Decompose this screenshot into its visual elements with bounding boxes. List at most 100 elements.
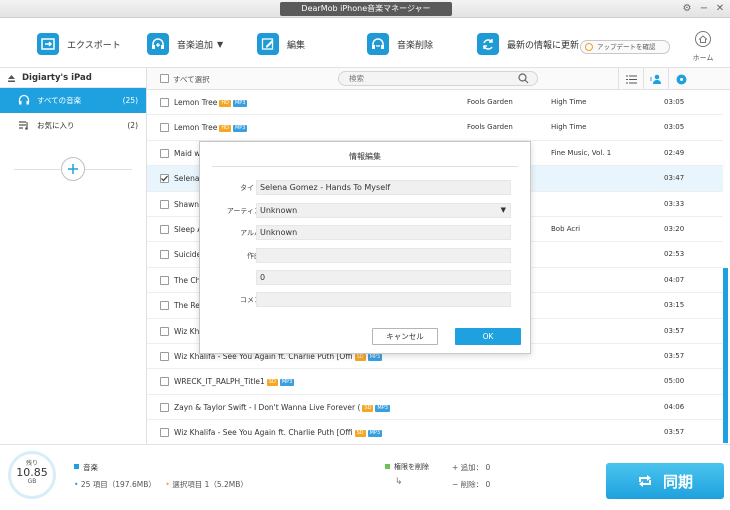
- table-row[interactable]: Lemon Tree HD MP3 Fools Garden High Time 03:0…: [147, 90, 723, 116]
- dialog-title: 情報編集: [349, 152, 381, 161]
- sync-button[interactable]: 同期: [606, 463, 724, 499]
- gauge-value: 10.85: [16, 466, 48, 479]
- add-music-label: 音楽追加: [177, 40, 214, 51]
- table-row[interactable]: WRECK_IT_RALPH_Title1 SD MP3 05:00: [147, 369, 723, 395]
- remove-rights-label[interactable]: 権限を削除: [385, 462, 429, 472]
- title-bar: DearMob iPhone音楽マネージャー ⚙ − ✕: [0, 0, 730, 18]
- table-row[interactable]: Lemon Tree HD MP3 Fools Garden High Time 03:0…: [147, 115, 723, 141]
- list-view-button[interactable]: [618, 68, 643, 90]
- song-title: Maid w: [174, 149, 200, 158]
- row-checkbox[interactable]: [160, 250, 169, 260]
- row-checkbox[interactable]: [160, 351, 169, 361]
- song-title: The Ch: [174, 276, 200, 285]
- song-title: Suicide: [174, 250, 201, 259]
- export-button[interactable]: エクスポート: [37, 32, 121, 56]
- cancel-button[interactable]: キャンセル: [372, 328, 438, 345]
- artist-view-icon: [650, 74, 661, 84]
- close-icon[interactable]: ✕: [713, 2, 727, 16]
- format-badge: MP3: [367, 430, 383, 438]
- song-title: WRECK_IT_RALPH_Title1 SD MP3: [174, 377, 295, 387]
- song-title: Lemon Tree HD MP3: [174, 123, 248, 133]
- album-input[interactable]: Unknown: [256, 225, 511, 240]
- edit-label: 編集: [287, 40, 306, 51]
- sidebar-item-favorites[interactable]: お気に入り (2): [0, 113, 146, 138]
- sidebar-item-all-music[interactable]: すべての音楽 (25): [0, 88, 146, 113]
- song-title-text: Lemon Tree: [174, 123, 218, 133]
- song-album: High Time: [551, 123, 587, 132]
- minimize-icon[interactable]: −: [697, 2, 711, 16]
- row-checkbox[interactable]: [160, 326, 169, 336]
- eject-icon[interactable]: [7, 74, 16, 83]
- plus-icon: [68, 164, 78, 174]
- scrollbar[interactable]: [723, 268, 728, 443]
- format-badge: MP3: [375, 404, 390, 412]
- row-checkbox[interactable]: [160, 301, 169, 311]
- song-title-text: Wiz Khalifa - See You Again ft. Charlie …: [174, 428, 353, 438]
- row-checkbox[interactable]: [160, 98, 169, 107]
- row-checkbox[interactable]: [160, 275, 169, 285]
- song-title-text: Suicide: [174, 250, 202, 260]
- sync-icon: [638, 475, 651, 487]
- add-music-button[interactable]: 音楽追加 ▼: [147, 32, 223, 56]
- bullet-icon: •: [165, 480, 170, 489]
- song-duration: 02:49: [664, 148, 685, 157]
- title-input[interactable]: Selena Gomez - Hands To Myself: [256, 180, 511, 195]
- home-button[interactable]: ホーム: [690, 30, 716, 63]
- update-icon: [585, 43, 593, 51]
- dialog-divider: [212, 166, 518, 167]
- update-check-button[interactable]: アップデートを確認: [580, 40, 670, 54]
- row-checkbox[interactable]: [160, 224, 169, 234]
- search-icon[interactable]: [518, 73, 529, 84]
- update-check-label: アップデートを確認: [597, 43, 656, 51]
- edit-icon: [257, 33, 279, 55]
- deleted-count: − 削除： 0: [452, 479, 490, 490]
- song-album: Fine Music, Vol. 1: [551, 148, 612, 157]
- table-row[interactable]: Zayn & Taylor Swift - I Don't Wanna Live…: [147, 395, 723, 421]
- refresh-button[interactable]: 最新の情報に更新: [477, 32, 579, 56]
- settings-icon[interactable]: ⚙: [680, 2, 694, 16]
- comment-input[interactable]: [256, 292, 511, 307]
- table-row[interactable]: Wiz Khalifa - See You Again ft. Charlie …: [147, 420, 723, 444]
- song-artist: Fools Garden: [467, 123, 513, 132]
- device-header[interactable]: Digiarty's iPad: [0, 68, 146, 88]
- row-checkbox[interactable]: [160, 402, 169, 412]
- ok-button[interactable]: OK: [455, 328, 521, 345]
- added-count: + 追加： 0: [452, 462, 490, 473]
- edit-button[interactable]: 編集: [257, 32, 305, 56]
- quality-badge: HD: [219, 100, 231, 107]
- artist-view-button[interactable]: [643, 68, 668, 90]
- artist-value: Unknown: [260, 206, 298, 215]
- song-duration: 03:57: [664, 351, 685, 360]
- row-checkbox[interactable]: [160, 174, 169, 184]
- song-duration: 03:05: [664, 98, 685, 106]
- song-duration: 03:05: [664, 123, 685, 132]
- quality-badge: SD: [354, 353, 366, 361]
- sidebar-item-count: (2): [127, 121, 138, 130]
- select-all-checkbox[interactable]: [160, 74, 169, 83]
- row-checkbox[interactable]: [160, 377, 169, 387]
- search-input[interactable]: 検索: [338, 71, 538, 86]
- list-header: すべて選択 検索: [147, 68, 730, 90]
- song-duration: 03:57: [664, 428, 685, 437]
- row-checkbox[interactable]: [160, 428, 169, 438]
- album-view-button[interactable]: [668, 68, 693, 90]
- artist-select[interactable]: Unknown ▼: [256, 203, 511, 218]
- year-input[interactable]: 0: [256, 270, 511, 285]
- song-title: The Re: [174, 301, 200, 310]
- row-checkbox[interactable]: [160, 148, 169, 158]
- song-duration: 02:53: [664, 250, 685, 259]
- category-label: 音楽: [74, 462, 98, 473]
- corner-arrow-icon: ↳: [395, 477, 403, 487]
- row-checkbox[interactable]: [160, 123, 169, 133]
- chevron-down-icon: ▼: [500, 206, 506, 214]
- headphones-remove-icon: [367, 33, 389, 55]
- delete-music-button[interactable]: 音楽削除: [367, 32, 433, 56]
- composer-input[interactable]: [256, 248, 511, 263]
- row-checkbox[interactable]: [160, 199, 169, 209]
- chevron-down-icon[interactable]: ▼: [217, 40, 223, 49]
- edit-info-dialog: 情報編集 タイトル： Selena Gomez - Hands To Mysel…: [199, 141, 531, 354]
- add-playlist-button[interactable]: [61, 157, 85, 181]
- export-label: エクスポート: [67, 40, 121, 51]
- format-badge: MP3: [279, 379, 295, 387]
- song-title-text: Maid w: [174, 148, 201, 158]
